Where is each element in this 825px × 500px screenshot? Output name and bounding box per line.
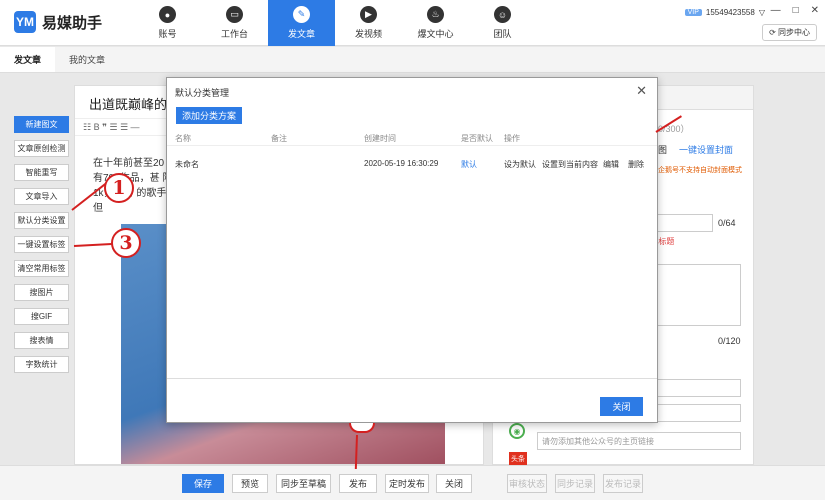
nav-workbench[interactable]: ▭ 工作台 [201,0,268,46]
edit-action[interactable]: 编辑 [603,159,619,170]
save-button[interactable]: 保存 [182,474,224,493]
annotation-callout-3: 3 [111,228,141,258]
editor-sidebar: 新建图文 文章原创检测 智能重写 文章导入 默认分类设置 一键设置标签 清空常用… [14,116,69,373]
vip-badge: VIP [684,9,702,16]
page-tabs: 发文章 我的文章 [0,47,825,73]
row-name: 未命名 [175,160,199,169]
publish-button[interactable]: 发布 [339,474,377,493]
close-button[interactable]: 关闭 [436,474,472,493]
monitor-icon: ▭ [226,6,243,23]
nav-label: 工作台 [220,29,248,39]
sync-icon: ⟳ [769,28,778,37]
minimize-icon[interactable]: — [771,5,781,16]
row-default-badge: 默认 [461,160,477,169]
sync-draft-button[interactable]: 同步至草稿 [276,474,331,493]
column-header: 操作 [504,134,520,143]
app-name: 易媒助手 [42,14,103,32]
nav-hot-articles[interactable]: ♨ 爆文中心 [402,0,469,46]
user-info[interactable]: VIP 15549423558 ▽ [684,8,765,17]
title-limit: 0/64 [718,218,736,228]
column-header: 备注 [271,134,287,143]
tab-my-articles[interactable]: 我的文章 [55,47,119,72]
search-emoji-button[interactable]: 搜表情 [14,332,69,349]
app-logo-icon: YM [14,11,36,33]
nav-label: 爆文中心 [417,29,454,39]
preview-button[interactable]: 预览 [232,474,268,493]
nav-label: 团队 [493,29,512,39]
bottom-action-bar: 保存 预览 同步至草稿 发布 定时发布 关闭 审核状态 同步记录 发布记录 [0,465,825,500]
default-category-button[interactable]: 默认分类设置 [14,212,69,229]
column-header: 是否默认 [461,134,493,143]
nav-team[interactable]: ☺ 团队 [469,0,536,46]
nav-account[interactable]: ● 账号 [134,0,201,46]
summary-limit: 0/120 [718,336,741,346]
set-default-action[interactable]: 设为默认 [504,159,536,170]
chevron-down-icon[interactable]: ▽ [759,8,765,17]
maximize-icon[interactable]: □ [793,5,799,16]
tab-publish-article[interactable]: 发文章 [0,47,56,72]
app-logo: YM 易媒助手 [14,11,102,33]
toutiao-icon: 头条 [509,452,527,466]
compass-icon: ✎ [293,6,310,23]
new-article-button[interactable]: 新建图文 [14,116,69,133]
cover-label: 图 [658,145,668,155]
dialog-title: 默认分类管理 [175,88,230,98]
main-nav: ● 账号 ▭ 工作台 ✎ 发文章 ▶ 发视频 ♨ 爆文中心 ☺ 团队 [134,0,536,46]
close-icon[interactable]: ✕ [811,5,819,16]
one-click-cover-link[interactable]: 一键设置封面 [679,143,733,156]
row-created: 2020-05-19 16:30:29 [364,159,439,168]
homepage-link-input[interactable]: 请勿添加其他公众号的主页链接 [537,432,741,450]
import-article-button[interactable]: 文章导入 [14,188,69,205]
cover-warning: 企鹅号不支持自动封面模式 [658,167,742,174]
table-header: 名称 备注 创建时间 是否默认 操作 [167,130,657,146]
column-header: 名称 [175,134,191,143]
nav-label: 发视频 [354,29,382,39]
nav-publish-article[interactable]: ✎ 发文章 [268,0,335,46]
flame-icon: ♨ [427,6,444,23]
user-icon: ● [159,6,176,23]
nav-label: 账号 [158,29,177,39]
publish-record-button[interactable]: 发布记录 [603,474,643,493]
nav-publish-video[interactable]: ▶ 发视频 [335,0,402,46]
delete-action[interactable]: 删除 [628,159,644,170]
apply-current-action[interactable]: 设置到当前内容 [542,159,598,170]
nav-label: 发文章 [287,29,315,39]
play-icon: ▶ [360,6,377,23]
review-status-button[interactable]: 审核状态 [507,474,547,493]
sync-record-button[interactable]: 同步记录 [555,474,595,493]
clear-tags-button[interactable]: 清空常用标签 [14,260,69,277]
sync-label: 同步中心 [778,28,810,37]
dialog-close-button[interactable]: 关闭 [600,397,643,416]
article-title[interactable]: 出道既巅峰的4 [89,94,174,113]
word-count-button[interactable]: 字数统计 [14,356,69,373]
top-bar: YM 易媒助手 ● 账号 ▭ 工作台 ✎ 发文章 ▶ 发视频 ♨ 爆文中心 ☺ … [0,0,825,46]
column-header: 创建时间 [364,134,396,143]
schedule-publish-button[interactable]: 定时发布 [385,474,429,493]
smart-rewrite-button[interactable]: 智能重写 [14,164,69,181]
set-tags-button[interactable]: 一键设置标签 [14,236,69,253]
search-gif-button[interactable]: 搜GIF [14,308,69,325]
close-icon[interactable]: ✕ [636,83,647,99]
annotation-callout-1: 1 [104,173,134,203]
dialog-footer-divider [167,378,657,379]
user-phone: 15549423558 [705,8,755,17]
sync-center-button[interactable]: ⟳ 同步中心 [762,24,817,41]
default-category-dialog: 默认分类管理 ✕ 添加分类方案 名称 备注 创建时间 是否默认 操作 未命名 2… [166,77,658,423]
wechat-icon: ◉ [509,423,525,439]
search-image-button[interactable]: 搜图片 [14,284,69,301]
originality-check-button[interactable]: 文章原创检测 [14,140,69,157]
add-category-button[interactable]: 添加分类方案 [176,107,243,124]
table-row: 未命名 2020-05-19 16:30:29 默认 设为默认 设置到当前内容 … [167,156,657,172]
team-icon: ☺ [494,6,511,23]
window-controls: — □ ✕ [771,5,819,16]
